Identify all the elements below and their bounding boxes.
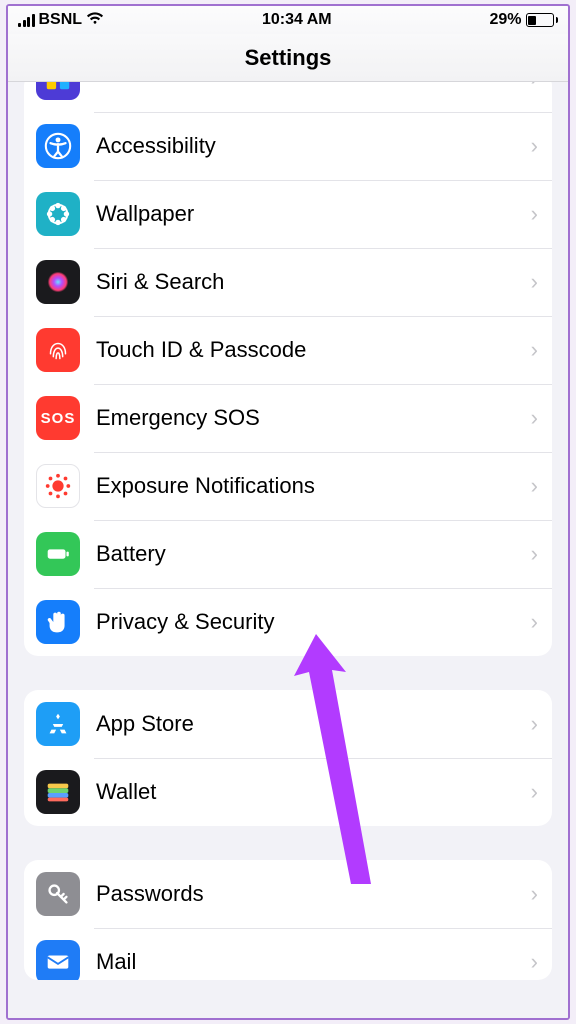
wallet-icon: [36, 770, 80, 814]
chevron-right-icon: ›: [531, 881, 538, 907]
exposure-icon: [36, 464, 80, 508]
row-label: Privacy & Security: [96, 609, 531, 635]
row-label: Wallet: [96, 779, 531, 805]
accessibility-icon: [36, 124, 80, 168]
row-emergency-sos[interactable]: SOS Emergency SOS ›: [24, 384, 552, 452]
row-mail[interactable]: Mail ›: [24, 928, 552, 980]
row-label: Battery: [96, 541, 531, 567]
row-wallpaper[interactable]: Wallpaper ›: [24, 180, 552, 248]
row-label: Accessibility: [96, 133, 531, 159]
clock: 10:34 AM: [262, 11, 332, 29]
row-touch-id[interactable]: Touch ID & Passcode ›: [24, 316, 552, 384]
row-label: Mail: [96, 949, 531, 975]
row-siri-search[interactable]: Siri & Search ›: [24, 248, 552, 316]
row-privacy-security[interactable]: Privacy & Security ›: [24, 588, 552, 656]
chevron-right-icon: ›: [531, 541, 538, 567]
app-store-icon: [36, 702, 80, 746]
chevron-right-icon: ›: [531, 337, 538, 363]
row-battery[interactable]: Battery ›: [24, 520, 552, 588]
mail-icon: [36, 940, 80, 980]
chevron-right-icon: ›: [531, 609, 538, 635]
row-label: Emergency SOS: [96, 405, 531, 431]
page-title: Settings: [245, 45, 332, 71]
row-label: App Store: [96, 711, 531, 737]
settings-group-accounts: Passwords › Mail ›: [24, 860, 552, 980]
row-label: Exposure Notifications: [96, 473, 531, 499]
signal-icon: [18, 13, 35, 27]
chevron-right-icon: ›: [531, 949, 538, 975]
row-label: Wallpaper: [96, 201, 531, 227]
hand-privacy-icon: [36, 600, 80, 644]
row-wallet[interactable]: Wallet ›: [24, 758, 552, 826]
nav-bar: Settings: [8, 34, 568, 82]
carrier-label: BSNL: [39, 11, 83, 29]
chevron-right-icon: ›: [531, 405, 538, 431]
chevron-right-icon: ›: [531, 711, 538, 737]
siri-icon: [36, 260, 80, 304]
chevron-right-icon: ›: [531, 269, 538, 295]
row-home-screen[interactable]: Home Screen ›: [24, 82, 552, 112]
row-label: Passwords: [96, 881, 531, 907]
settings-scroll[interactable]: Home Screen › Accessibility › Wallpaper …: [8, 82, 568, 1018]
chevron-right-icon: ›: [531, 779, 538, 805]
wallpaper-icon: [36, 192, 80, 236]
status-bar: BSNL 10:34 AM 29%: [8, 6, 568, 34]
chevron-right-icon: ›: [531, 201, 538, 227]
row-passwords[interactable]: Passwords ›: [24, 860, 552, 928]
chevron-right-icon: ›: [531, 473, 538, 499]
wifi-icon: [86, 11, 104, 30]
settings-group-store: App Store › Wallet ›: [24, 690, 552, 826]
chevron-right-icon: ›: [531, 82, 538, 91]
key-icon: [36, 872, 80, 916]
row-exposure-notifications[interactable]: Exposure Notifications ›: [24, 452, 552, 520]
fingerprint-icon: [36, 328, 80, 372]
home-screen-icon: [36, 82, 80, 100]
battery-pct: 29%: [489, 11, 521, 29]
battery-icon: [526, 13, 559, 27]
row-accessibility[interactable]: Accessibility ›: [24, 112, 552, 180]
row-label: Siri & Search: [96, 269, 531, 295]
row-label: Touch ID & Passcode: [96, 337, 531, 363]
row-app-store[interactable]: App Store ›: [24, 690, 552, 758]
chevron-right-icon: ›: [531, 133, 538, 159]
settings-group-general: Home Screen › Accessibility › Wallpaper …: [24, 82, 552, 656]
sos-icon: SOS: [36, 396, 80, 440]
battery-icon: [36, 532, 80, 576]
